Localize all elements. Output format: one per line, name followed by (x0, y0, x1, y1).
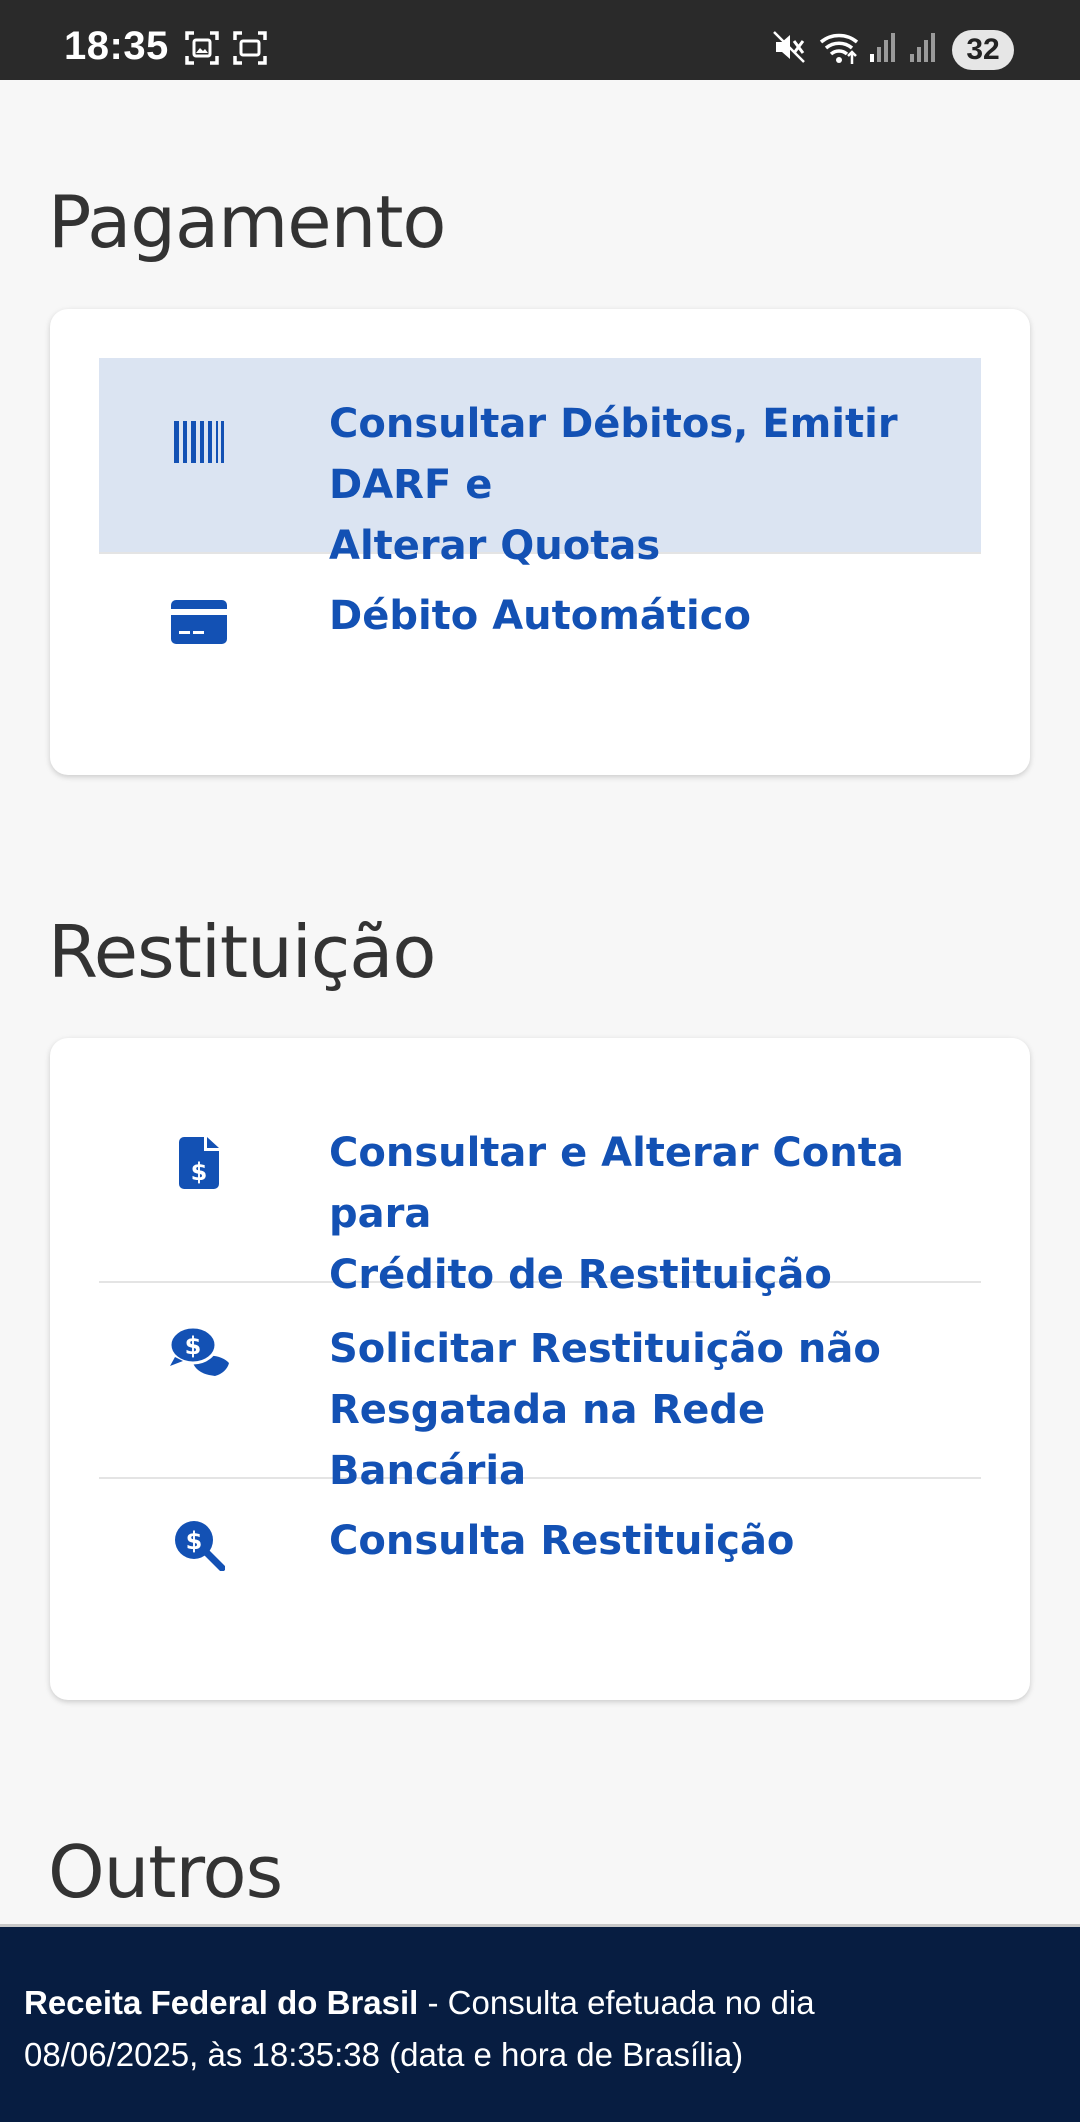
footer: Receita Federal do Brasil - Consulta efe… (0, 1924, 1080, 2122)
menu-item-debito-automatico[interactable]: Débito Automático (99, 554, 981, 724)
footer-line-1: Receita Federal do Brasil - Consulta efe… (24, 1977, 1056, 2029)
mute-icon (773, 31, 805, 63)
comments-dollar-icon: $ (169, 1323, 233, 1379)
section-title-restituicao: Restituição (48, 910, 436, 994)
file-invoice-dollar-icon: $ (171, 1135, 227, 1191)
menu-item-consulta-restituicao[interactable]: $ Consulta Restituição (99, 1479, 981, 1649)
barcode-icon (171, 414, 227, 470)
wifi-icon (819, 33, 859, 64)
battery-indicator: 32 (952, 30, 1014, 70)
section-title-pagamento: Pagamento (48, 180, 446, 264)
menu-item-solicitar-restituicao[interactable]: $ Solicitar Restituição não Resgatada na… (99, 1283, 981, 1494)
status-bar: 18:35 32 (0, 0, 1080, 80)
menu-item-label: Consulta Restituição (329, 1518, 795, 1564)
svg-text:$: $ (186, 1527, 203, 1555)
menu-item-label: Consultar Débitos, Emitir DARF e Alterar… (329, 394, 941, 577)
footer-line-2: 08/06/2025, às 18:35:38 (data e hora de … (24, 2036, 744, 2073)
section-title-outros: Outros (48, 1830, 283, 1914)
footer-text: - Consulta efetuada no dia (418, 1984, 815, 2021)
screenshot-icon (185, 31, 219, 65)
label-line: Consultar e Alterar Conta para (329, 1130, 904, 1237)
label-line: Solicitar Restituição não (329, 1326, 881, 1372)
svg-text:$: $ (191, 1158, 208, 1186)
signal-icon (870, 33, 895, 62)
screen-record-icon (233, 31, 267, 65)
status-time: 18:35 (64, 24, 169, 68)
label-line: Consultar Débitos, Emitir DARF e (329, 401, 898, 508)
restituicao-card: $ Consultar e Alterar Conta para Crédito… (50, 1038, 1030, 1700)
menu-item-consultar-conta[interactable]: $ Consultar e Alterar Conta para Crédito… (99, 1087, 981, 1298)
menu-item-label: Débito Automático (329, 593, 751, 639)
credit-card-icon (171, 594, 227, 650)
signal-icon (910, 33, 935, 62)
menu-item-label: Solicitar Restituição não Resgatada na R… (329, 1319, 941, 1502)
pagamento-card: Consultar Débitos, Emitir DARF e Alterar… (50, 309, 1030, 775)
svg-text:$: $ (185, 1332, 202, 1360)
menu-item-consultar-debitos[interactable]: Consultar Débitos, Emitir DARF e Alterar… (99, 358, 981, 569)
menu-item-label: Consultar e Alterar Conta para Crédito d… (329, 1123, 941, 1306)
main-content[interactable]: Pagamento Consultar Débitos, Emitir DARF… (0, 80, 1080, 1924)
search-dollar-icon: $ (171, 1517, 227, 1573)
footer-org: Receita Federal do Brasil (24, 1984, 419, 2021)
